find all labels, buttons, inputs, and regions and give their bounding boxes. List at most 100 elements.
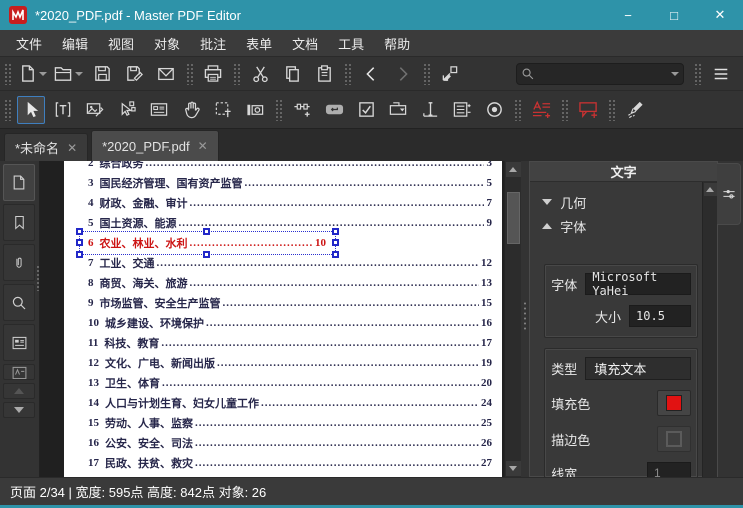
document-tab[interactable]: *未命名 ✕	[4, 133, 89, 161]
scroll-up-button[interactable]	[505, 162, 521, 177]
toc-row[interactable]: 4 财政、金融、审计 7	[88, 193, 492, 213]
radio-button-field-button[interactable]	[480, 96, 508, 124]
tab-close-icon[interactable]: ✕	[67, 141, 77, 155]
copy-button[interactable]	[278, 60, 306, 88]
save-as-button[interactable]	[120, 60, 148, 88]
edit-text-tool-button[interactable]	[49, 96, 77, 124]
open-file-dropdown-icon[interactable]	[75, 71, 83, 76]
toolbar-grip-handle[interactable]	[233, 62, 240, 85]
scroll-down-button[interactable]	[505, 461, 521, 476]
toc-row[interactable]: 14 人口与计划生育、妇女儿童工作 24	[88, 393, 492, 413]
scrollbar-track[interactable]	[506, 178, 521, 460]
add-callout-annotation-button[interactable]	[574, 96, 602, 124]
hand-tool-button[interactable]	[177, 96, 205, 124]
menu-item[interactable]: 文档	[282, 30, 328, 57]
menu-item[interactable]: 文件	[6, 30, 52, 57]
search-box[interactable]	[516, 62, 684, 85]
toolbar-grip-handle[interactable]	[4, 62, 11, 85]
toolbar-grip-handle[interactable]	[514, 98, 521, 121]
splitter-handle[interactable]	[523, 301, 528, 331]
paste-button[interactable]	[310, 60, 338, 88]
document-viewport[interactable]: 2 综合政务 3 3 国民经济管理、国有资产监管 5 4 财政、金融、审计 7 5 国土资源、能源 9…	[39, 161, 505, 477]
scrollbar-thumb[interactable]	[506, 192, 520, 244]
menu-hamburger-button[interactable]	[707, 60, 735, 88]
font-family-input[interactable]: Microsoft YaHei	[585, 270, 692, 298]
sidebar-scroll-down-button[interactable]	[3, 402, 36, 418]
close-button[interactable]: ✕	[697, 0, 743, 30]
toc-row[interactable]: 5 国土资源、能源 9	[88, 213, 492, 233]
pdf-page[interactable]: 2 综合政务 3 3 国民经济管理、国有资产监管 5 4 财政、金融、审计 7 5 国土资源、能源 9…	[63, 161, 502, 477]
cut-button[interactable]	[246, 60, 274, 88]
sidebar-forms-button[interactable]	[3, 324, 36, 361]
menu-item[interactable]: 工具	[328, 30, 374, 57]
document-scrollbar[interactable]	[504, 161, 522, 477]
toolbar-grip-handle[interactable]	[275, 98, 282, 121]
add-link-tool-button[interactable]	[288, 96, 316, 124]
save-button[interactable]	[88, 60, 116, 88]
new-document-dropdown-icon[interactable]	[39, 71, 47, 76]
edit-path-tool-button[interactable]	[113, 96, 141, 124]
sidebar-search-button[interactable]	[3, 284, 36, 321]
sidebar-attachments-button[interactable]	[3, 244, 36, 281]
push-button-field-button[interactable]	[320, 96, 348, 124]
properties-tab-handle[interactable]	[717, 163, 742, 225]
select-area-tool-button[interactable]	[209, 96, 237, 124]
panel-scrollbar[interactable]	[702, 182, 718, 495]
toc-row[interactable]: 12 文化、广电、新闻出版 19	[88, 353, 492, 373]
menu-item[interactable]: 批注	[190, 30, 236, 57]
new-document-button[interactable]	[17, 60, 48, 88]
fit-page-button[interactable]	[436, 60, 464, 88]
print-button[interactable]	[199, 60, 227, 88]
edit-image-tool-button[interactable]	[81, 96, 109, 124]
select-tool-button[interactable]	[17, 95, 45, 124]
snapshot-tool-button[interactable]	[241, 96, 269, 124]
combobox-field-button[interactable]	[384, 96, 412, 124]
toc-row[interactable]: 15 劳动、人事、监察 25	[88, 413, 492, 433]
open-file-button[interactable]	[52, 60, 84, 88]
toolbar-grip-handle[interactable]	[4, 98, 11, 121]
section-geometry[interactable]: 几何	[538, 190, 698, 214]
toc-row[interactable]: 9 市场监管、安全生产监管 15	[88, 293, 492, 313]
search-dropdown-icon[interactable]	[671, 71, 679, 76]
fill-color-button[interactable]	[657, 390, 692, 416]
selection-handle[interactable]	[75, 239, 83, 246]
minimize-button[interactable]: −	[605, 0, 651, 30]
selection-handle[interactable]	[331, 239, 339, 246]
forward-button[interactable]	[389, 60, 417, 88]
sidebar-pages-button[interactable]	[3, 164, 36, 201]
menu-item[interactable]: 对象	[144, 30, 190, 57]
menu-item[interactable]: 表单	[236, 30, 282, 57]
menu-item[interactable]: 帮助	[374, 30, 420, 57]
selection-handle[interactable]	[75, 251, 83, 258]
panel-scroll-up-button[interactable]	[703, 183, 717, 196]
search-input[interactable]	[535, 66, 669, 81]
text-field-button[interactable]	[416, 96, 444, 124]
selection-handle[interactable]	[75, 228, 83, 235]
panel-scrollbar-track[interactable]	[703, 197, 718, 480]
email-button[interactable]	[152, 60, 180, 88]
listbox-field-button[interactable]	[448, 96, 476, 124]
toolbar-grip-handle[interactable]	[423, 62, 430, 85]
toc-row[interactable]: 7 工业、交通 12	[88, 253, 492, 273]
toolbar-grip-handle[interactable]	[608, 98, 615, 121]
edit-form-tool-button[interactable]	[145, 96, 173, 124]
add-text-annotation-button[interactable]	[527, 96, 555, 124]
toc-row[interactable]: 10 城乡建设、环境保护 16	[88, 313, 492, 333]
font-size-input[interactable]: 10.5	[629, 305, 692, 327]
toolbar-grip-handle[interactable]	[344, 62, 351, 85]
maximize-button[interactable]: □	[651, 0, 697, 30]
toc-row[interactable]: 2 综合政务 3	[88, 161, 492, 173]
type-dropdown[interactable]: 填充文本	[585, 357, 692, 380]
toc-row[interactable]: 11 科技、教育 17	[88, 333, 492, 353]
toc-row[interactable]: 3 国民经济管理、国有资产监管 5	[88, 173, 492, 193]
tab-close-icon[interactable]: ✕	[198, 139, 208, 153]
toolbar-grip-handle[interactable]	[186, 62, 193, 85]
document-tab[interactable]: *2020_PDF.pdf ✕	[91, 130, 219, 161]
sidebar-bookmarks-button[interactable]	[3, 204, 36, 241]
toolbar-grip-handle[interactable]	[561, 98, 568, 121]
panel-splitter[interactable]	[521, 161, 530, 477]
toc-row[interactable]: 13 卫生、体育 20	[88, 373, 492, 393]
toc-row[interactable]: 16 公安、安全、司法 26	[88, 433, 492, 453]
toc-row[interactable]: 8 商贸、海关、旅游 13	[88, 273, 492, 293]
menu-item[interactable]: 编辑	[52, 30, 98, 57]
